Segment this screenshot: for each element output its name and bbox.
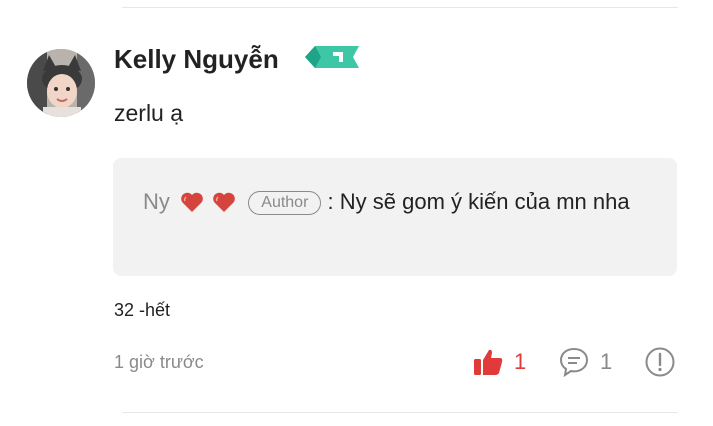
reply-author-name[interactable]: Ny — [143, 189, 170, 214]
reply-quote: Ny Author : Ny sẽ gom ý kiến của mn nha — [113, 158, 677, 276]
heart-emojis — [180, 188, 238, 224]
divider-top — [122, 7, 678, 8]
author-name[interactable]: Kelly Nguyễn — [114, 44, 279, 75]
author-tag-badge: Author — [248, 191, 322, 215]
comment-bubble-icon — [559, 347, 589, 378]
avatar-photo-icon — [27, 49, 95, 117]
avatar[interactable] — [27, 49, 95, 117]
reply-separator: : — [327, 189, 334, 214]
comment-card: Kelly Nguyễn zerlu ạ Ny Author : Ny sẽ g… — [0, 0, 713, 426]
timestamp: 1 giờ trước — [114, 352, 204, 372]
divider-bottom — [122, 412, 678, 413]
exclamation-circle-icon — [645, 347, 675, 377]
reply-button[interactable]: 1 — [558, 344, 612, 380]
reply-line: Ny Author : Ny sẽ gom ý kiến của mn nha — [143, 184, 647, 224]
report-button[interactable] — [644, 344, 676, 380]
heart-icon — [181, 192, 203, 212]
reply-text: Ny sẽ gom ý kiến của mn nha — [339, 189, 630, 214]
heart-icon — [213, 192, 235, 212]
thumbs-up-icon — [474, 349, 503, 375]
like-count: 1 — [514, 349, 527, 374]
extra-text: 32 -hết — [114, 300, 171, 320]
like-button[interactable]: 1 — [472, 344, 526, 380]
rank-badge-icon — [305, 46, 359, 68]
comment-text: zerlu ạ — [114, 100, 184, 126]
reply-count: 1 — [600, 349, 613, 374]
